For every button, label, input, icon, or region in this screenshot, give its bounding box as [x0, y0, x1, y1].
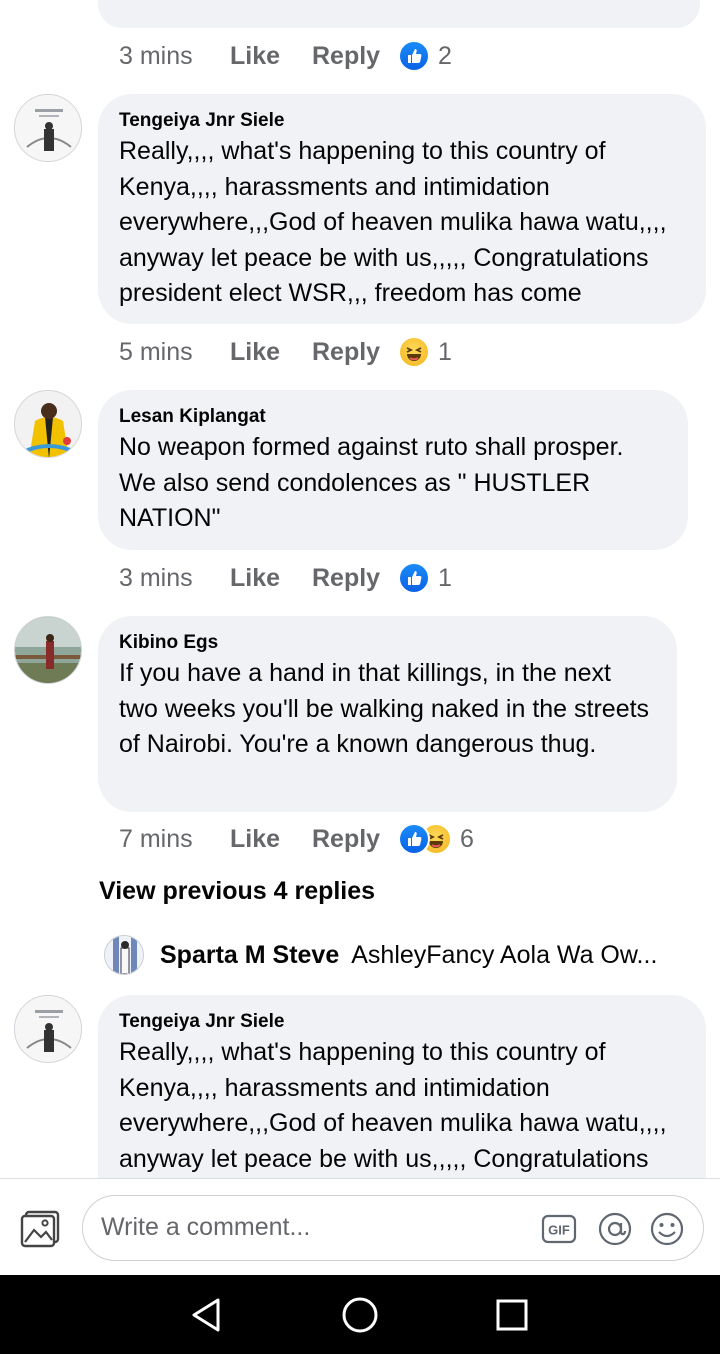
reply-button[interactable]: Reply [312, 825, 398, 854]
reaction-summary[interactable]: 2 [398, 40, 452, 72]
reaction-summary[interactable]: 1 [398, 336, 452, 368]
comment-text: No weapon formed against ruto shall pros… [119, 433, 624, 532]
comment-meta-row: 3 mins Like Reply 1 [119, 558, 452, 598]
comment-bubble: Lesan Kiplangat No weapon formed against… [98, 390, 688, 550]
like-icon [398, 40, 430, 72]
comment-input[interactable]: Write a comment... GIF [82, 1195, 704, 1261]
comment-meta-row: 3 mins Like Reply 2 [119, 36, 452, 76]
view-previous-replies-link[interactable]: View previous 4 replies [99, 877, 375, 906]
reply-preview[interactable]: Sparta M Steve AshleyFancy Aola Wa Ow... [104, 934, 657, 976]
like-button[interactable]: Like [230, 338, 312, 367]
reaction-count: 1 [438, 563, 452, 592]
reaction-summary[interactable]: 1 [398, 562, 452, 594]
reply-button[interactable]: Reply [312, 42, 398, 71]
comment-author[interactable]: Kibino Egs [119, 630, 655, 656]
comment-bubble: Tengeiya Jnr Siele Really,,,, what's hap… [98, 94, 706, 324]
comment-author[interactable]: Tengeiya Jnr Siele [119, 108, 684, 134]
comment-meta-row: 5 mins Like Reply 1 [119, 332, 452, 372]
facebook-comments-screen: 3 mins Like Reply 2 Tengeiya Jnr Siele R… [0, 0, 720, 1354]
comment-input-placeholder: Write a comment... [101, 1213, 311, 1241]
recents-square-icon[interactable] [492, 1295, 532, 1335]
comment-time: 5 mins [119, 337, 193, 366]
like-icon [398, 562, 430, 594]
comment-feed[interactable]: 3 mins Like Reply 2 Tengeiya Jnr Siele R… [0, 0, 720, 1178]
haha-icon [398, 336, 430, 368]
reply-button[interactable]: Reply [312, 564, 398, 593]
like-icon [398, 823, 430, 855]
comment-text: If you have a hand in that killings, in … [119, 659, 650, 758]
reaction-count: 6 [460, 824, 474, 853]
photo-icon[interactable] [20, 1210, 60, 1248]
like-button[interactable]: Like [230, 564, 312, 593]
reaction-count: 1 [438, 337, 452, 366]
previous-comment-bubble [98, 0, 700, 28]
svg-text:GIF: GIF [548, 1223, 570, 1238]
comment-time: 3 mins [119, 563, 193, 592]
comment-time: 3 mins [119, 41, 193, 70]
comment-author[interactable]: Lesan Kiplangat [119, 404, 666, 430]
comment-composer: Write a comment... GIF [0, 1178, 720, 1275]
home-circle-icon[interactable] [340, 1295, 380, 1335]
like-button[interactable]: Like [230, 42, 312, 71]
mention-icon[interactable] [597, 1211, 633, 1247]
reply-author: Sparta M Steve [160, 940, 340, 969]
avatar[interactable] [14, 94, 82, 162]
reaction-summary[interactable]: 6 [398, 823, 474, 855]
back-triangle-icon[interactable] [186, 1295, 226, 1335]
avatar[interactable] [14, 390, 82, 458]
comment-time: 7 mins [119, 824, 193, 853]
reply-snippet: AshleyFancy Aola Wa Ow... [351, 940, 658, 969]
comment-author[interactable]: Tengeiya Jnr Siele [119, 1009, 684, 1035]
reply-button[interactable]: Reply [312, 338, 398, 367]
emoji-icon[interactable] [649, 1211, 685, 1247]
like-button[interactable]: Like [230, 825, 312, 854]
comment-meta-row: 7 mins Like Reply 6 [119, 819, 474, 859]
avatar [104, 935, 144, 975]
comment-text: Really,,,, what's happening to this coun… [119, 137, 667, 307]
comment-bubble: Kibino Egs If you have a hand in that ki… [98, 616, 677, 812]
comment-bubble: Tengeiya Jnr Siele Really,,,, what's hap… [98, 995, 706, 1178]
gif-icon[interactable]: GIF [541, 1211, 577, 1247]
avatar[interactable] [14, 616, 82, 684]
system-navigation-bar [0, 1275, 720, 1354]
avatar[interactable] [14, 995, 82, 1063]
comment-text: Really,,,, what's happening to this coun… [119, 1038, 667, 1173]
reaction-count: 2 [438, 41, 452, 70]
